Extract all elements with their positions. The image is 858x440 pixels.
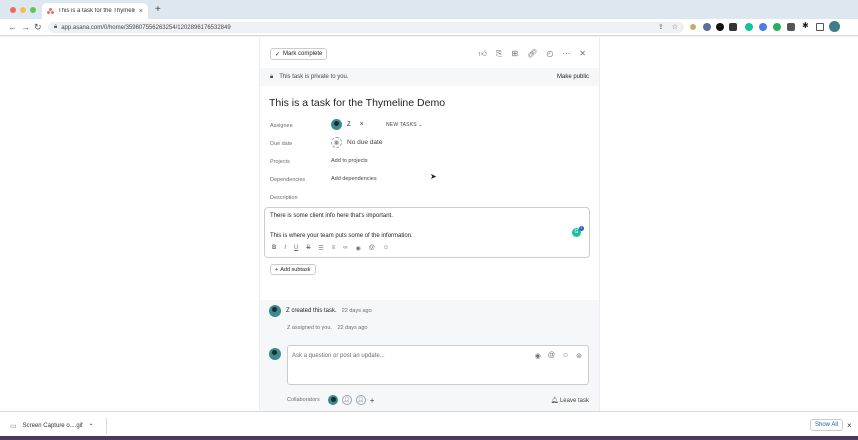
tab-title: This is a task for the Thymeline bbox=[58, 8, 135, 14]
browser-tab[interactable]: This is a task for the Thymeline × bbox=[42, 3, 148, 19]
close-downloads-icon[interactable]: × bbox=[847, 421, 852, 430]
activity-assigned: Z assigned to you. 22 days ago bbox=[287, 325, 367, 331]
current-user-avatar bbox=[269, 348, 281, 360]
browser-tab-bar: This is a task for the Thymeline × + bbox=[0, 0, 858, 19]
grammarly-extension-icon[interactable] bbox=[745, 23, 753, 31]
asana-favicon-icon bbox=[47, 7, 54, 15]
reload-icon[interactable]: ↻ bbox=[34, 22, 42, 33]
mention-icon[interactable]: @ bbox=[548, 352, 555, 360]
add-collaborator-icon[interactable]: 👤︎ bbox=[341, 395, 352, 405]
extension-icon-1[interactable] bbox=[690, 24, 696, 30]
extension-icon-6[interactable] bbox=[759, 23, 767, 31]
activity-assigned-text: Z assigned to you. bbox=[287, 325, 332, 331]
address-bar: ← → ↻ 🔒︎ app.asana.com/0/home/3596075562… bbox=[0, 19, 858, 36]
sidebar-toggle-icon[interactable] bbox=[816, 23, 824, 31]
extension-icon-3[interactable] bbox=[716, 23, 724, 31]
tab-close-icon[interactable]: × bbox=[139, 8, 143, 15]
forward-icon[interactable]: → bbox=[21, 22, 30, 32]
extensions-puzzle-icon[interactable]: ✱ bbox=[802, 21, 810, 30]
emoji-icon[interactable]: ☺ bbox=[562, 352, 569, 360]
attach-icon[interactable]: ⊚ bbox=[576, 352, 582, 360]
mouse-cursor-icon: ➤ bbox=[430, 172, 437, 181]
comment-toolbar: ◉ @ ☺ ⊚ bbox=[535, 352, 582, 360]
download-item[interactable]: ▭ Screen Capture o....gif ⌃ bbox=[10, 422, 94, 430]
leave-task-label: Leave task bbox=[559, 397, 589, 404]
comment-placeholder: Ask a question or post an update... bbox=[292, 353, 385, 359]
share-icon[interactable]: ⇪ bbox=[658, 23, 664, 31]
page-content: ✓ Mark complete 👍︎ ⎘ ⊞ 🔗︎ ◴ ⋯ ✕ 🔒︎ This … bbox=[0, 37, 858, 411]
dock-strip bbox=[0, 436, 858, 440]
url-text: app.asana.com/0/home/359607556263254/120… bbox=[61, 24, 231, 31]
download-file-name: Screen Capture o....gif bbox=[22, 423, 83, 429]
creator-avatar bbox=[269, 305, 281, 317]
collaborator-avatar[interactable] bbox=[327, 395, 338, 405]
activity-assigned-time: 22 days ago bbox=[337, 325, 368, 331]
activity-created: Z created this task. 22 days ago bbox=[269, 305, 372, 317]
activity-created-time: 22 days ago bbox=[341, 308, 372, 314]
record-icon[interactable]: ◉ bbox=[535, 352, 541, 360]
extension-icon-8[interactable] bbox=[787, 23, 795, 31]
activity-content: Z created this task. 22 days ago Z assig… bbox=[259, 37, 600, 411]
file-icon: ▭ bbox=[10, 423, 17, 430]
extension-icon-4[interactable] bbox=[729, 23, 737, 31]
extension-icon-2[interactable] bbox=[703, 23, 711, 31]
minimize-window-button[interactable] bbox=[20, 7, 26, 13]
lock-icon: 🔒︎ bbox=[54, 24, 58, 30]
leave-task-button[interactable]: 🔔︎ Leave task bbox=[551, 397, 589, 404]
url-field[interactable]: 🔒︎ app.asana.com/0/home/359607556263254/… bbox=[48, 22, 684, 33]
show-all-button[interactable]: Show All bbox=[810, 419, 844, 431]
chevron-up-icon[interactable]: ⌃ bbox=[89, 423, 94, 430]
extension-icon-7[interactable] bbox=[773, 23, 781, 31]
new-tab-button[interactable]: + bbox=[155, 4, 161, 15]
close-window-button[interactable] bbox=[10, 7, 16, 13]
maximize-window-button[interactable] bbox=[30, 7, 36, 13]
back-icon[interactable]: ← bbox=[8, 22, 17, 32]
profile-avatar[interactable] bbox=[829, 21, 840, 32]
bell-icon: 🔔︎ bbox=[550, 397, 559, 404]
bookmark-star-icon[interactable]: ☆ bbox=[672, 23, 678, 31]
add-collaborator-button[interactable]: + bbox=[370, 396, 375, 405]
collaborators-row: Collaborators 👤︎ 👤︎ + 🔔︎ Leave task bbox=[287, 395, 589, 405]
activity-created-text: Z created this task. bbox=[286, 308, 337, 314]
divider bbox=[106, 418, 107, 434]
add-collaborator-icon-2[interactable]: 👤︎ bbox=[355, 395, 366, 405]
collaborators-label: Collaborators bbox=[287, 397, 320, 403]
comment-input[interactable]: Ask a question or post an update... ◉ @ … bbox=[287, 345, 589, 385]
